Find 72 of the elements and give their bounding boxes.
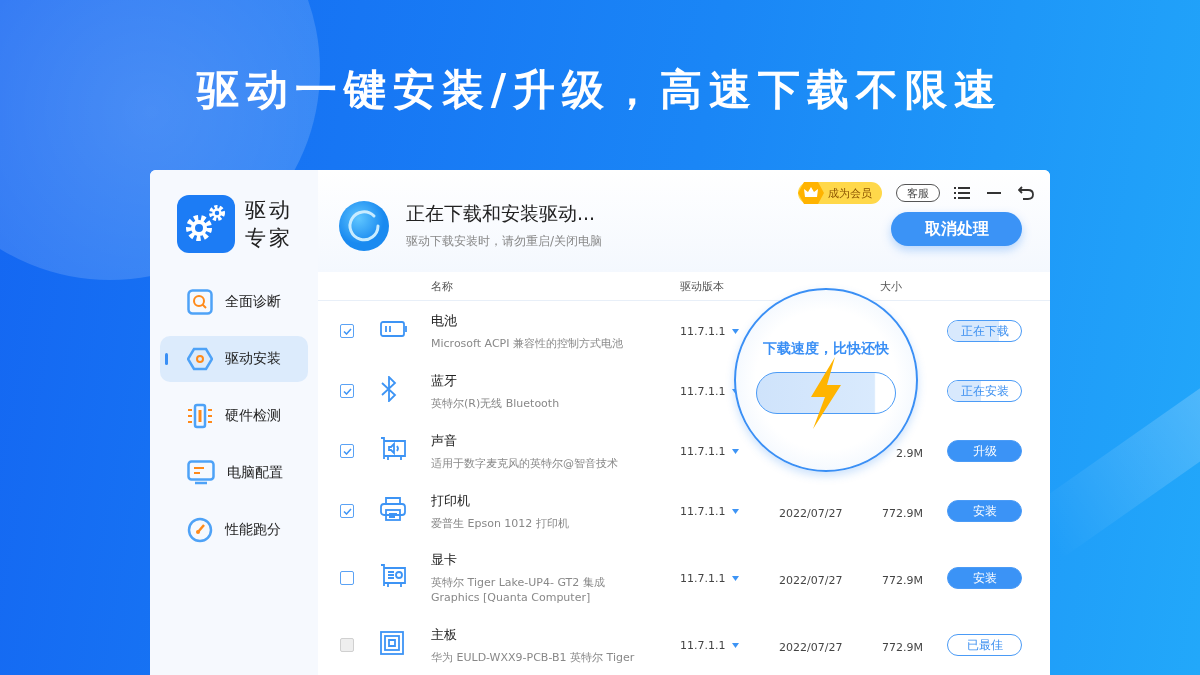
- driver-name: 电池: [431, 311, 458, 330]
- vip-button[interactable]: 成为会员: [798, 182, 882, 204]
- loading-spinner-icon: [338, 200, 390, 252]
- version-text: 11.7.1.1: [680, 571, 726, 585]
- date-text: 2022/07/27: [779, 573, 843, 587]
- search-icon: [187, 289, 213, 315]
- version-text: 11.7.1.1: [680, 504, 726, 518]
- sound-card-icon: [380, 437, 406, 461]
- motherboard-icon: [380, 631, 404, 655]
- driver-description: 适用于数字麦克风的英特尔@智音技术: [431, 455, 619, 471]
- caret-icon[interactable]: [732, 575, 740, 581]
- column-header: 名称: [431, 278, 454, 294]
- driver-description: Microsoft ACPI 兼容性的控制方式电池: [431, 335, 624, 351]
- service-button[interactable]: 客服: [896, 184, 940, 202]
- driver-description: 英特尔 Tiger Lake-UP4- GT2 集成 Graphics [Quanta Computer]: [431, 575, 606, 605]
- headline: 驱动一键安装/升级，高速下载不限速: [196, 64, 1004, 116]
- size-text: 772.9M: [882, 640, 923, 654]
- caret-icon[interactable]: [732, 448, 740, 454]
- active-indicator: [165, 353, 168, 365]
- checkbox[interactable]: [340, 444, 354, 458]
- driver-description: 英特尔(R)无线 Bluetooth: [431, 395, 561, 411]
- driver-name: 蓝牙: [431, 371, 458, 390]
- version-text: 11.7.1.1: [680, 444, 726, 458]
- graphics-card-icon: [380, 564, 406, 588]
- nav-item[interactable]: 性能跑分: [160, 507, 308, 553]
- crown-icon: [798, 181, 824, 205]
- column-header: 驱动版本: [680, 278, 725, 294]
- action-button[interactable]: 正在安装: [947, 380, 1022, 402]
- driver-name: 主板: [431, 625, 458, 644]
- driver-name: 声音: [431, 431, 458, 450]
- gauge-icon: [187, 517, 213, 543]
- version-text: 11.7.1.1: [680, 324, 726, 338]
- driver-description: 爱普生 Epson 1012 打印机: [431, 515, 570, 531]
- action-button[interactable]: 正在下载: [947, 320, 1022, 342]
- status-subtitle: 驱动下载安装时，请勿重启/关闭电脑: [406, 233, 604, 250]
- action-button[interactable]: 安装: [947, 500, 1022, 522]
- battery-icon: [380, 321, 408, 337]
- driver-name: 打印机: [431, 491, 471, 510]
- driver-name: 显卡: [431, 551, 458, 569]
- size-text: 772.9M: [882, 506, 923, 520]
- status-title: 正在下载和安装驱动...: [406, 201, 597, 226]
- checkbox[interactable]: [340, 504, 354, 518]
- date-text: 2022/07/27: [779, 640, 843, 654]
- nav-item[interactable]: 驱动安装: [160, 336, 308, 382]
- nav-item[interactable]: 全面诊断: [160, 279, 308, 325]
- hexagon-icon: [187, 346, 213, 372]
- checkbox[interactable]: [340, 571, 354, 585]
- nav-item[interactable]: 硬件检测: [160, 393, 308, 439]
- column-header: 大小: [880, 278, 903, 294]
- back-icon[interactable]: [1016, 183, 1036, 203]
- app-name: 驱动 专家: [245, 197, 293, 252]
- version-text: 11.7.1.1: [680, 384, 726, 398]
- chip-icon: [187, 403, 213, 429]
- nav-item[interactable]: 电脑配置: [160, 450, 308, 496]
- size-text: 772.9M: [882, 573, 923, 587]
- gears-logo-icon: [177, 195, 235, 253]
- caret-icon[interactable]: [732, 642, 740, 648]
- monitor-icon: [187, 460, 215, 486]
- caret-icon[interactable]: [732, 328, 740, 334]
- driver-description: 华为 EULD-WXX9-PCB-B1 英特尔 Tiger: [431, 649, 636, 665]
- printer-icon: [380, 496, 406, 522]
- version-text: 11.7.1.1: [680, 638, 726, 652]
- speed-slogan: 下载速度，比快还快: [763, 340, 889, 358]
- action-button[interactable]: 安装: [947, 567, 1022, 589]
- checkbox[interactable]: [340, 324, 354, 338]
- bluetooth-icon: [380, 376, 398, 402]
- cancel-button[interactable]: 取消处理: [891, 212, 1022, 246]
- caret-icon[interactable]: [732, 508, 740, 514]
- checkbox[interactable]: [340, 384, 354, 398]
- date-text: 2022/07/27: [779, 506, 843, 520]
- action-button[interactable]: 升级: [947, 440, 1022, 462]
- size-text: 2.9M: [896, 446, 923, 460]
